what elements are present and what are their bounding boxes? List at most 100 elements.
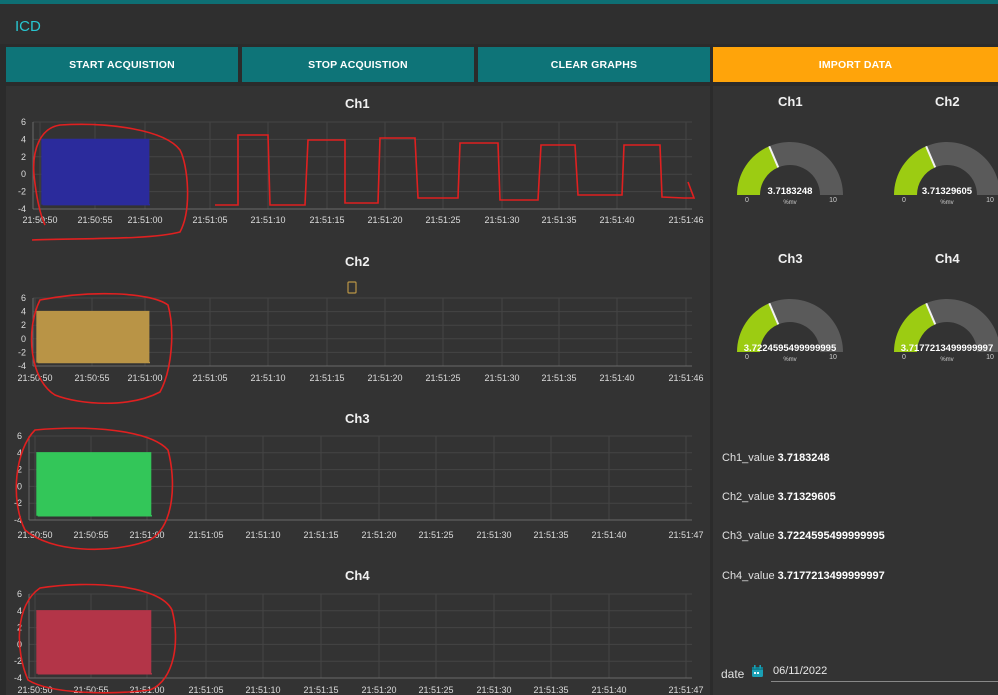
y-tick-label: 0 xyxy=(17,481,22,491)
x-tick-label: 21:51:10 xyxy=(250,215,285,225)
x-tick-label: 21:50:50 xyxy=(22,215,57,225)
x-tick-label: 21:51:15 xyxy=(309,373,344,383)
x-tick-label: 21:51:35 xyxy=(533,530,568,540)
x-tick-label: 21:51:40 xyxy=(599,373,634,383)
x-tick-label: 21:51:35 xyxy=(533,685,568,695)
gauge-max-ch4: 10 xyxy=(986,354,994,361)
x-tick-label: 21:51:47 xyxy=(668,530,703,540)
gauge-value-ch2: 3.71329605 xyxy=(922,186,973,197)
y-tick-label: 2 xyxy=(21,320,26,330)
gauge-unit-ch2: %mv xyxy=(940,200,953,206)
x-tick-label: 21:51:25 xyxy=(425,373,460,383)
ch3-value-label: Ch3_value xyxy=(722,530,775,542)
y-tick-label: 6 xyxy=(17,431,22,441)
x-tick-label: 21:50:55 xyxy=(77,215,112,225)
gauge-title-ch4: Ch4 xyxy=(935,251,960,266)
y-tick-label: 0 xyxy=(21,169,26,179)
gauge-unit-ch3: %mv xyxy=(783,357,796,363)
gauge-value-ch1: 3.7183248 xyxy=(768,186,813,197)
y-tick-label: 6 xyxy=(21,293,26,303)
gauge-min-ch1: 0 xyxy=(745,197,749,204)
ch2-value-text: 3.71329605 xyxy=(777,491,836,503)
x-tick-label: 21:51:00 xyxy=(127,373,162,383)
chart-ch1 xyxy=(32,121,692,210)
y-tick-label: 4 xyxy=(21,134,26,144)
x-tick-label: 21:51:00 xyxy=(127,215,162,225)
x-tick-label: 21:51:35 xyxy=(541,215,576,225)
x-tick-label: 21:51:20 xyxy=(367,215,402,225)
y-tick-label: 6 xyxy=(17,589,22,599)
x-tick-label: 21:51:30 xyxy=(484,373,519,383)
gauge-unit-ch4: %mv xyxy=(940,357,953,363)
series-line-ch2 xyxy=(36,310,150,364)
ch4-value-row: Ch4_value 3.7177213499999997 xyxy=(722,570,885,582)
x-tick-label: 21:51:15 xyxy=(309,215,344,225)
x-tick-label: 21:51:10 xyxy=(245,685,280,695)
gauge-min-ch2: 0 xyxy=(902,197,906,204)
x-tick-label: 21:51:20 xyxy=(361,685,396,695)
gauge-title-ch2: Ch2 xyxy=(935,94,960,109)
chart-ch3 xyxy=(28,435,692,521)
x-tick-label: 21:51:40 xyxy=(591,685,626,695)
gauge-min-ch4: 0 xyxy=(902,354,906,361)
y-tick-label: 2 xyxy=(21,152,26,162)
ch3-value-row: Ch3_value 3.7224595499999995 xyxy=(722,530,885,542)
x-tick-label: 21:50:50 xyxy=(17,530,52,540)
x-tick-label: 21:51:25 xyxy=(418,685,453,695)
x-tick-label: 21:51:46 xyxy=(668,373,703,383)
x-tick-label: 21:51:30 xyxy=(484,215,519,225)
ch1-value-row: Ch1_value 3.7183248 xyxy=(722,452,830,464)
x-tick-label: 21:50:50 xyxy=(17,685,52,695)
gauge-title-ch1: Ch1 xyxy=(778,94,803,109)
x-tick-label: 21:51:25 xyxy=(418,530,453,540)
x-tick-label: 21:51:10 xyxy=(245,530,280,540)
x-tick-label: 21:51:15 xyxy=(303,685,338,695)
series-line-ch1 xyxy=(41,138,150,206)
chart-ch4 xyxy=(28,593,692,679)
gauge-value-ch4: 3.7177213499999997 xyxy=(901,343,993,354)
x-tick-label: 21:51:15 xyxy=(303,530,338,540)
x-tick-label: 21:51:10 xyxy=(250,373,285,383)
y-tick-label: 0 xyxy=(21,334,26,344)
x-tick-label: 21:51:20 xyxy=(361,530,396,540)
series-line-ch4 xyxy=(36,610,152,675)
y-tick-label: 6 xyxy=(21,117,26,127)
y-tick-label: 4 xyxy=(17,606,22,616)
y-tick-label: -4 xyxy=(18,361,26,371)
x-tick-label: 21:51:05 xyxy=(188,685,223,695)
date-label: date xyxy=(721,667,745,681)
chart-ch2 xyxy=(32,297,692,367)
x-tick-label: 21:51:40 xyxy=(591,530,626,540)
x-tick-label: 21:51:30 xyxy=(476,530,511,540)
gauge-title-ch3: Ch3 xyxy=(778,251,803,266)
x-tick-label: 21:51:46 xyxy=(668,215,703,225)
y-tick-label: -2 xyxy=(18,187,26,197)
date-input[interactable]: 06/11/2022 xyxy=(773,665,827,677)
annotation-freehand-ch1 xyxy=(215,134,696,206)
gauge-max-ch2: 10 xyxy=(986,197,994,204)
ch2-value-row: Ch2_value 3.71329605 xyxy=(722,491,836,503)
y-tick-label: -2 xyxy=(18,347,26,357)
ch4-value-label: Ch4_value xyxy=(722,570,775,582)
ch2-value-label: Ch2_value xyxy=(722,491,775,503)
x-tick-label: 21:51:30 xyxy=(476,685,511,695)
ch4-value-text: 3.7177213499999997 xyxy=(777,570,885,582)
gauge-max-ch3: 10 xyxy=(829,354,837,361)
x-tick-label: 21:50:55 xyxy=(73,530,108,540)
gauge-value-ch3: 3.7224595499999995 xyxy=(744,343,837,354)
x-tick-label: 21:51:35 xyxy=(541,373,576,383)
x-tick-label: 21:50:50 xyxy=(17,373,52,383)
date-input-underline xyxy=(771,681,998,682)
charts-canvas: 6 4 2 0 -2 -4 21:50:50 21:50:55 21:51:00 21:51:05… xyxy=(14,117,998,695)
y-tick-label: -4 xyxy=(14,673,22,683)
series-line-ch3 xyxy=(36,452,152,517)
gauge-min-ch3: 0 xyxy=(745,354,749,361)
x-tick-label: 21:50:55 xyxy=(74,373,109,383)
calendar-icon[interactable] xyxy=(751,665,764,678)
x-tick-label: 21:51:05 xyxy=(188,530,223,540)
x-tick-label: 21:51:05 xyxy=(192,215,227,225)
legend-marker-ch2 xyxy=(347,281,357,294)
ch3-value-text: 3.7224595499999995 xyxy=(777,530,885,542)
x-tick-label: 21:51:25 xyxy=(425,215,460,225)
x-tick-label: 21:51:40 xyxy=(599,215,634,225)
